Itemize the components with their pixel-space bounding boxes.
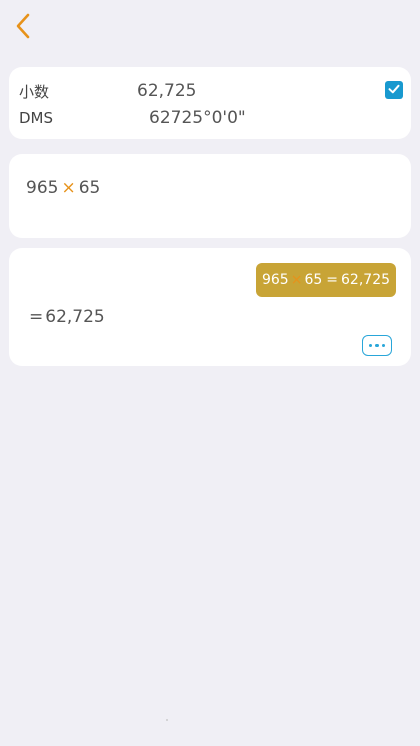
- conversion-card: 小数 62,725 DMS 62725°0'0": [9, 67, 411, 139]
- history-operand-2: 65: [304, 272, 323, 288]
- result-equals: =: [29, 307, 44, 327]
- decimal-label: 小数: [19, 82, 50, 101]
- decimal-row: 小数 62,725: [19, 79, 401, 103]
- history-operand-1: 965: [261, 272, 289, 288]
- more-button[interactable]: [362, 335, 392, 356]
- multiply-operator: ×: [61, 178, 76, 198]
- result-card: 965 × 65 = 62,725 = 62,725: [9, 248, 411, 366]
- dms-row: DMS 62725°0'0": [19, 106, 401, 130]
- expression-input[interactable]: 965 × 65: [26, 178, 100, 198]
- history-result: 62,725: [341, 272, 391, 288]
- checkmark-icon: [387, 81, 401, 100]
- more-dots-icon: [375, 343, 379, 348]
- result-display: = 62,725: [29, 307, 105, 327]
- expression-card[interactable]: 965 × 65: [9, 154, 411, 238]
- back-button[interactable]: [8, 10, 38, 46]
- history-equals: =: [326, 272, 339, 288]
- history-entry[interactable]: 965 × 65 = 62,725: [256, 263, 396, 297]
- decimal-checkbox[interactable]: [385, 81, 403, 99]
- more-dots-icon: [381, 343, 386, 348]
- home-indicator: [166, 719, 168, 721]
- result-value: 62,725: [45, 307, 105, 327]
- chevron-left-icon: [15, 13, 31, 43]
- more-dots-icon: [368, 343, 373, 348]
- operand-1: 965: [26, 178, 59, 198]
- decimal-value: 62,725: [137, 81, 197, 101]
- history-operator: ×: [290, 272, 303, 288]
- dms-label: DMS: [19, 109, 54, 127]
- dms-value: 62725°0'0": [149, 108, 246, 128]
- operand-2: 65: [78, 178, 101, 198]
